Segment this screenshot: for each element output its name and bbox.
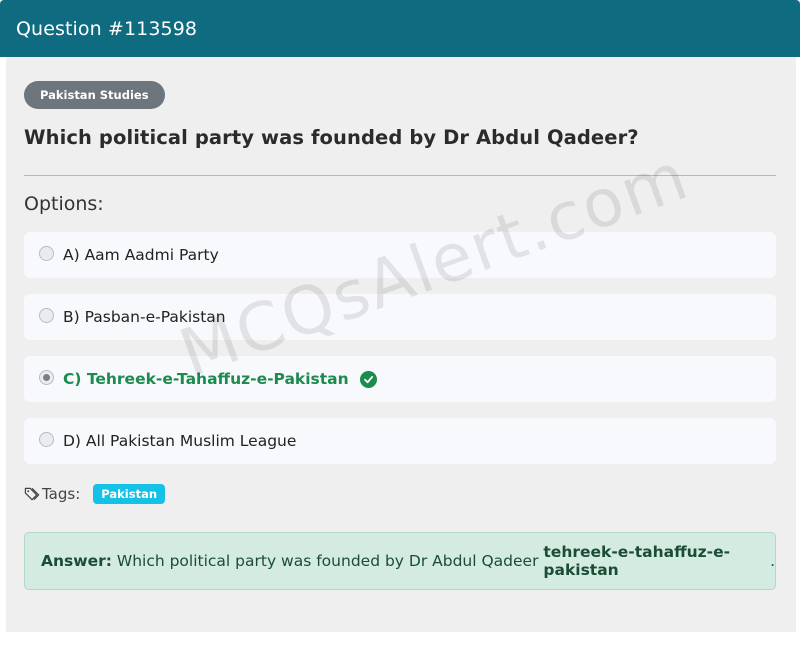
- answer-prefix: Answer:: [41, 552, 112, 570]
- options-heading: Options:: [24, 193, 104, 215]
- tag-pill[interactable]: Pakistan: [93, 484, 166, 504]
- subject-badge[interactable]: Pakistan Studies: [24, 81, 165, 109]
- option-d[interactable]: D) All Pakistan Muslim League: [24, 418, 776, 464]
- check-circle-icon: [359, 370, 377, 388]
- tags-icon: [24, 486, 41, 503]
- answer-suffix: .: [770, 552, 775, 570]
- option-radio[interactable]: [39, 307, 54, 323]
- question-text: Which political party was founded by Dr …: [24, 126, 639, 149]
- option-label: C) Tehreek-e-Tahaffuz-e-Pakistan: [63, 370, 349, 388]
- option-radio-selected[interactable]: [39, 369, 54, 385]
- option-label: B) Pasban-e-Pakistan: [63, 308, 226, 326]
- option-c[interactable]: C) Tehreek-e-Tahaffuz-e-Pakistan: [24, 356, 776, 402]
- question-title: Question #113598: [16, 17, 198, 40]
- answer-text: Which political party was founded by Dr …: [111, 552, 544, 570]
- option-label: A) Aam Aadmi Party: [63, 246, 219, 264]
- option-a[interactable]: A) Aam Aadmi Party: [24, 232, 776, 278]
- option-radio[interactable]: [39, 431, 54, 447]
- tags-row: Tags: Pakistan: [24, 483, 166, 505]
- answer-value: tehreek-e-tahaffuz-e-pakistan: [543, 543, 731, 579]
- option-radio[interactable]: [39, 245, 54, 261]
- option-label: D) All Pakistan Muslim League: [63, 432, 297, 450]
- divider: [24, 175, 776, 176]
- tags-label: Tags:: [42, 485, 81, 503]
- answer-box: Answer: Which political party was founde…: [24, 532, 776, 590]
- option-b[interactable]: B) Pasban-e-Pakistan: [24, 294, 776, 340]
- question-header: Question #113598: [0, 0, 800, 57]
